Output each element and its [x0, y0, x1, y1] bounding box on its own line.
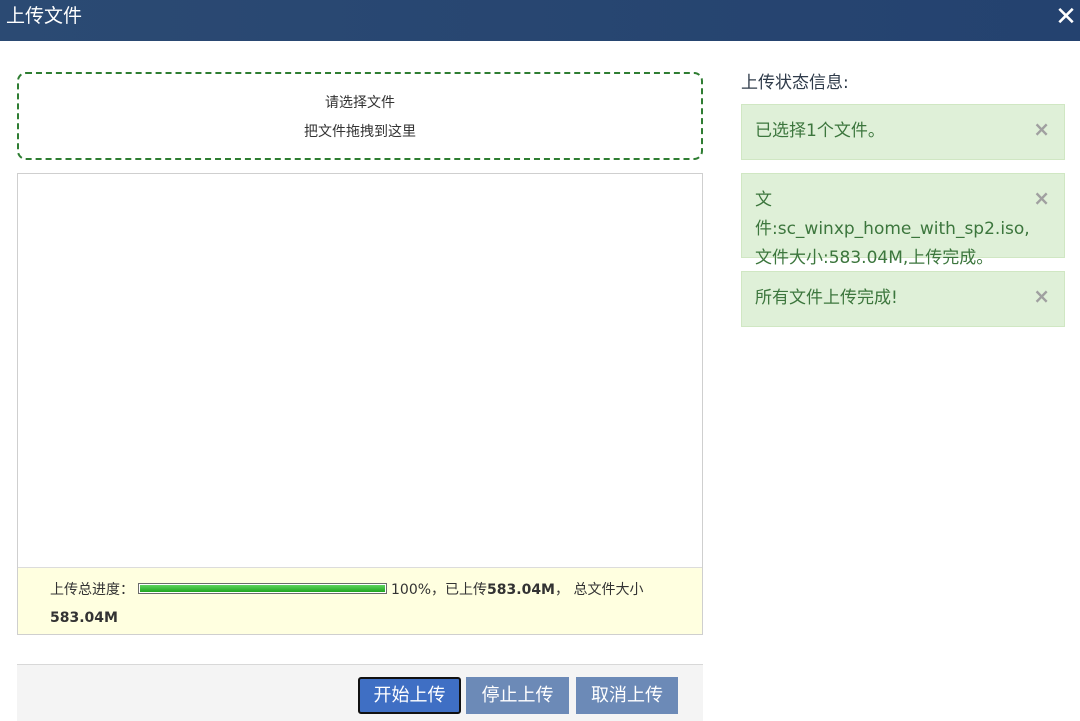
- progress-bar-fill: [140, 585, 385, 592]
- uploaded-size: 583.04M: [487, 582, 555, 598]
- uploaded-prefix: 已上传: [445, 582, 488, 598]
- start-upload-button[interactable]: 开始上传: [358, 677, 461, 714]
- total-progress-area: 上传总进度： 100%，已上传583.04M， 总文件大小 583.04M: [18, 567, 702, 634]
- dismiss-icon[interactable]: ×: [1033, 282, 1050, 311]
- button-bar: 开始上传 停止上传 取消上传: [17, 664, 703, 721]
- stop-upload-button[interactable]: 停止上传: [466, 677, 569, 714]
- status-message: 文件:sc_winxp_home_with_sp2.iso, 文件大小:583.…: [741, 173, 1065, 268]
- progress-label: 上传总进度：: [50, 582, 134, 598]
- dialog-titlebar: 上传文件 ✕: [0, 0, 1080, 41]
- upload-status-title: 上传状态信息:: [741, 73, 849, 93]
- status-message-text: 所有文件上传完成!: [755, 288, 898, 308]
- file-drop-zone[interactable]: 请选择文件 把文件拖拽到这里: [17, 72, 703, 160]
- total-size-prefix: ， 总文件大小: [555, 582, 644, 598]
- drag-file-hint: 把文件拖拽到这里: [304, 124, 416, 140]
- status-message-text: 已选择1个文件。: [755, 121, 885, 141]
- dismiss-icon[interactable]: ×: [1033, 184, 1050, 213]
- cancel-upload-button[interactable]: 取消上传: [576, 677, 678, 714]
- status-message-text: 文件大小:583.04M,上传完成。: [755, 248, 994, 268]
- status-message: 已选择1个文件。 ×: [741, 104, 1065, 160]
- progress-bar: [138, 583, 387, 594]
- dismiss-icon[interactable]: ×: [1033, 115, 1050, 144]
- file-list-panel: 上传总进度： 100%，已上传583.04M， 总文件大小 583.04M: [17, 173, 703, 635]
- total-size: 583.04M: [50, 610, 118, 626]
- progress-percent: 100%，: [391, 582, 446, 598]
- close-icon[interactable]: ✕: [1054, 2, 1078, 32]
- status-message: 所有文件上传完成! ×: [741, 271, 1065, 327]
- dialog-title: 上传文件: [6, 5, 83, 27]
- select-file-prompt[interactable]: 请选择文件: [19, 92, 701, 112]
- status-message-text: 文件:sc_winxp_home_with_sp2.iso,: [755, 190, 1030, 239]
